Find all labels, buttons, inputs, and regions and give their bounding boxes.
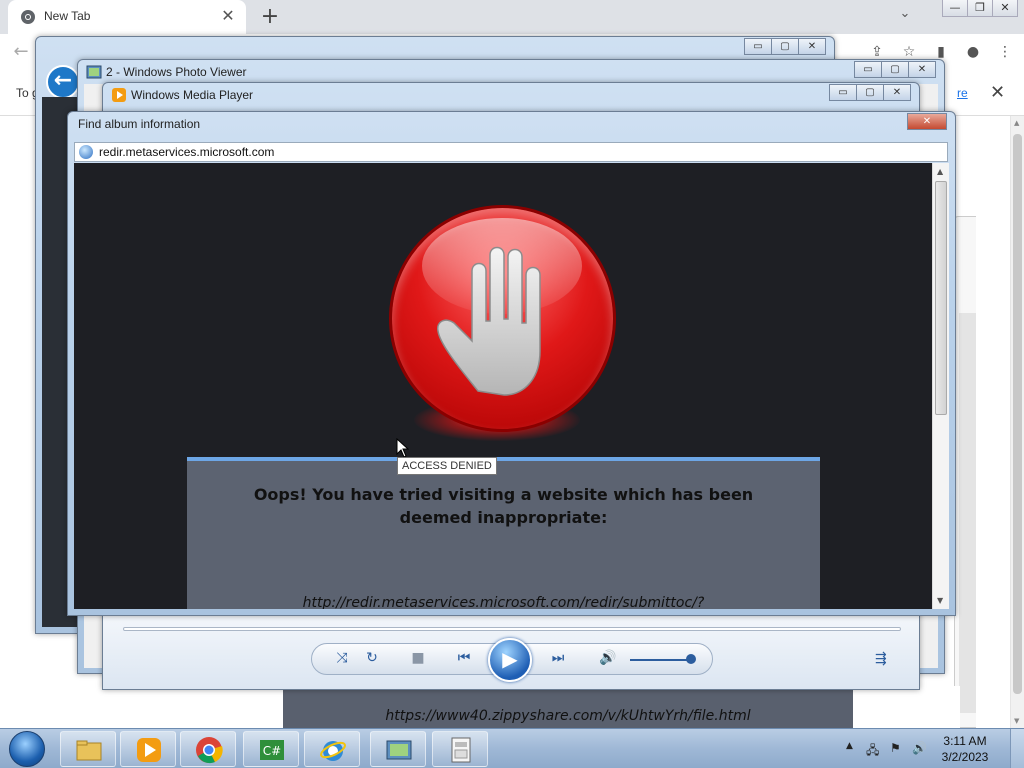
blocked-url[interactable]: http://redir.metaservices.microsoft.com/…: [187, 595, 820, 609]
window-title: Windows Media Player: [131, 88, 254, 102]
browser-minimize-button[interactable]: —: [942, 0, 968, 17]
player-controls: ⤨ ↻ ■ ⏮ ▶ ⏭ 🔊 ⇶: [103, 613, 919, 689]
volume-icon[interactable]: 🔊: [598, 650, 618, 666]
media-player-icon: [112, 88, 126, 102]
svg-text:C#: C#: [263, 744, 281, 758]
close-button[interactable]: ✕: [798, 38, 826, 55]
zippyshare-url[interactable]: https://www40.zippyshare.com/v/kUhtwYrh/…: [283, 708, 853, 724]
scroll-down-icon[interactable]: ▼: [937, 596, 943, 605]
dialog-title: Find album information: [78, 117, 201, 131]
switch-to-now-playing-icon[interactable]: ⇶: [875, 651, 887, 667]
browser-window-controls: — ❐ ✕: [942, 0, 1018, 18]
show-desktop-button[interactable]: [1010, 729, 1024, 768]
minimize-button[interactable]: ▭: [744, 38, 772, 55]
dialog-controls: ✕: [907, 113, 947, 130]
photo-viewer-icon: [86, 65, 102, 79]
minimize-button[interactable]: ▭: [854, 61, 882, 78]
csharp-icon: C#: [260, 740, 284, 760]
chrome-icon: [196, 737, 223, 764]
maximize-button[interactable]: ▢: [856, 84, 884, 101]
tooltip: ACCESS DENIED: [397, 457, 497, 475]
page-dark-panel: https://www40.zippyshare.com/v/kUhtwYrh/…: [283, 686, 853, 728]
scroll-up-icon[interactable]: ▲: [1014, 119, 1019, 127]
document-icon: [451, 737, 471, 763]
chrome-icon: [21, 10, 35, 24]
globe-icon: [79, 145, 93, 159]
browser-restore-button[interactable]: ❐: [967, 0, 993, 17]
scroll-thumb[interactable]: [935, 181, 947, 415]
taskbar: C# ▲ 🖧 ⚑ 🔊 3:11 AM 3/2/2023: [0, 728, 1024, 768]
media-player-icon: [137, 738, 161, 762]
previous-button[interactable]: ⏮: [454, 650, 474, 666]
stop-button[interactable]: ■: [408, 650, 428, 666]
access-denied-message: Oops! You have tried visiting a website …: [253, 485, 754, 527]
start-button[interactable]: [6, 729, 48, 768]
dialog-address: redir.metaservices.microsoft.com: [99, 145, 275, 159]
taskbar-explorer[interactable]: [60, 731, 116, 767]
dialog-content: Oops! You have tried visiting a website …: [74, 163, 932, 609]
browser-scrollbar[interactable]: ▲ ▼: [1010, 116, 1024, 728]
transport-bar: ⤨ ↻ ■ ⏮ ▶ ⏭ 🔊: [311, 638, 713, 682]
windows-logo-icon: [9, 731, 45, 767]
minimize-button[interactable]: ▭: [829, 84, 857, 101]
volume-slider[interactable]: [630, 659, 694, 661]
scroll-thumb[interactable]: [1013, 134, 1022, 694]
browser-tabstrip: New Tab ✕ + ⌄ — ❐ ✕: [0, 0, 1024, 34]
dialog-scrollbar[interactable]: ▲ ▼: [932, 163, 949, 609]
shuffle-icon[interactable]: ⤨: [332, 650, 352, 666]
taskbar-calculator[interactable]: [432, 731, 488, 767]
taskbar-chrome[interactable]: [180, 731, 236, 767]
window-controls: ▭ ▢ ✕: [854, 61, 936, 78]
maximize-button[interactable]: ▢: [881, 61, 909, 78]
action-center-flag-icon[interactable]: ⚑: [890, 741, 901, 755]
infobar-link[interactable]: re: [957, 86, 968, 100]
window-title: 2 - Windows Photo Viewer: [106, 65, 247, 79]
new-tab-button[interactable]: +: [258, 4, 282, 29]
page-content-strip: https://www40.zippyshare.com/v/kUhtwYrh/…: [180, 686, 960, 728]
menu-kebab-icon[interactable]: ⋮: [994, 41, 1016, 63]
tray-expand-icon[interactable]: ▲: [846, 741, 853, 751]
dialog-address-bar: redir.metaservices.microsoft.com: [74, 142, 948, 162]
maximize-button[interactable]: ▢: [771, 38, 799, 55]
tab-close-icon[interactable]: ✕: [218, 6, 238, 25]
scroll-down-icon[interactable]: ▼: [1014, 717, 1019, 725]
page-side-frame: [954, 216, 976, 728]
clock-date: 3/2/2023: [941, 750, 989, 764]
volume-knob[interactable]: [686, 654, 696, 664]
close-button[interactable]: ✕: [883, 84, 911, 101]
back-arrow-icon[interactable]: ←: [46, 65, 80, 99]
tab-search-icon[interactable]: ⌄: [894, 6, 916, 28]
window-controls: ▭ ▢ ✕: [744, 38, 826, 55]
window-controls: ▭ ▢ ✕: [829, 84, 911, 101]
find-album-dialog: Find album information ✕ redir.metaservi…: [67, 111, 956, 616]
close-button[interactable]: ✕: [908, 61, 936, 78]
seek-bar[interactable]: [123, 627, 901, 631]
scroll-up-icon[interactable]: ▲: [937, 167, 943, 176]
stop-hand-icon: [437, 246, 541, 396]
play-button[interactable]: ▶: [488, 638, 532, 682]
taskbar-csharp[interactable]: C#: [243, 731, 299, 767]
folder-icon: [76, 740, 102, 761]
mouse-cursor-icon: [396, 438, 410, 458]
clock-time: 3:11 AM: [943, 734, 987, 748]
browser-close-button[interactable]: ✕: [992, 0, 1018, 17]
repeat-icon[interactable]: ↻: [362, 650, 382, 666]
taskbar-media-player[interactable]: [120, 731, 176, 767]
dialog-close-button[interactable]: ✕: [907, 113, 947, 130]
tab-new-tab[interactable]: New Tab ✕: [8, 0, 246, 34]
infobar-close-icon[interactable]: ✕: [990, 82, 1005, 103]
next-button[interactable]: ⏭: [548, 650, 568, 666]
back-arrow-icon[interactable]: ←: [10, 41, 32, 63]
profile-avatar-icon[interactable]: ●: [962, 41, 984, 63]
clock[interactable]: 3:11 AM 3/2/2023: [930, 733, 1000, 765]
message-panel: Oops! You have tried visiting a website …: [187, 457, 820, 609]
taskbar-photo-viewer[interactable]: [370, 731, 426, 767]
internet-explorer-icon: [320, 741, 346, 761]
taskbar-internet-explorer[interactable]: [304, 731, 360, 767]
tab-title: New Tab: [44, 9, 91, 23]
speaker-icon[interactable]: 🔊: [912, 741, 927, 755]
photo-viewer-icon: [386, 740, 412, 760]
network-icon[interactable]: 🖧: [866, 741, 879, 762]
